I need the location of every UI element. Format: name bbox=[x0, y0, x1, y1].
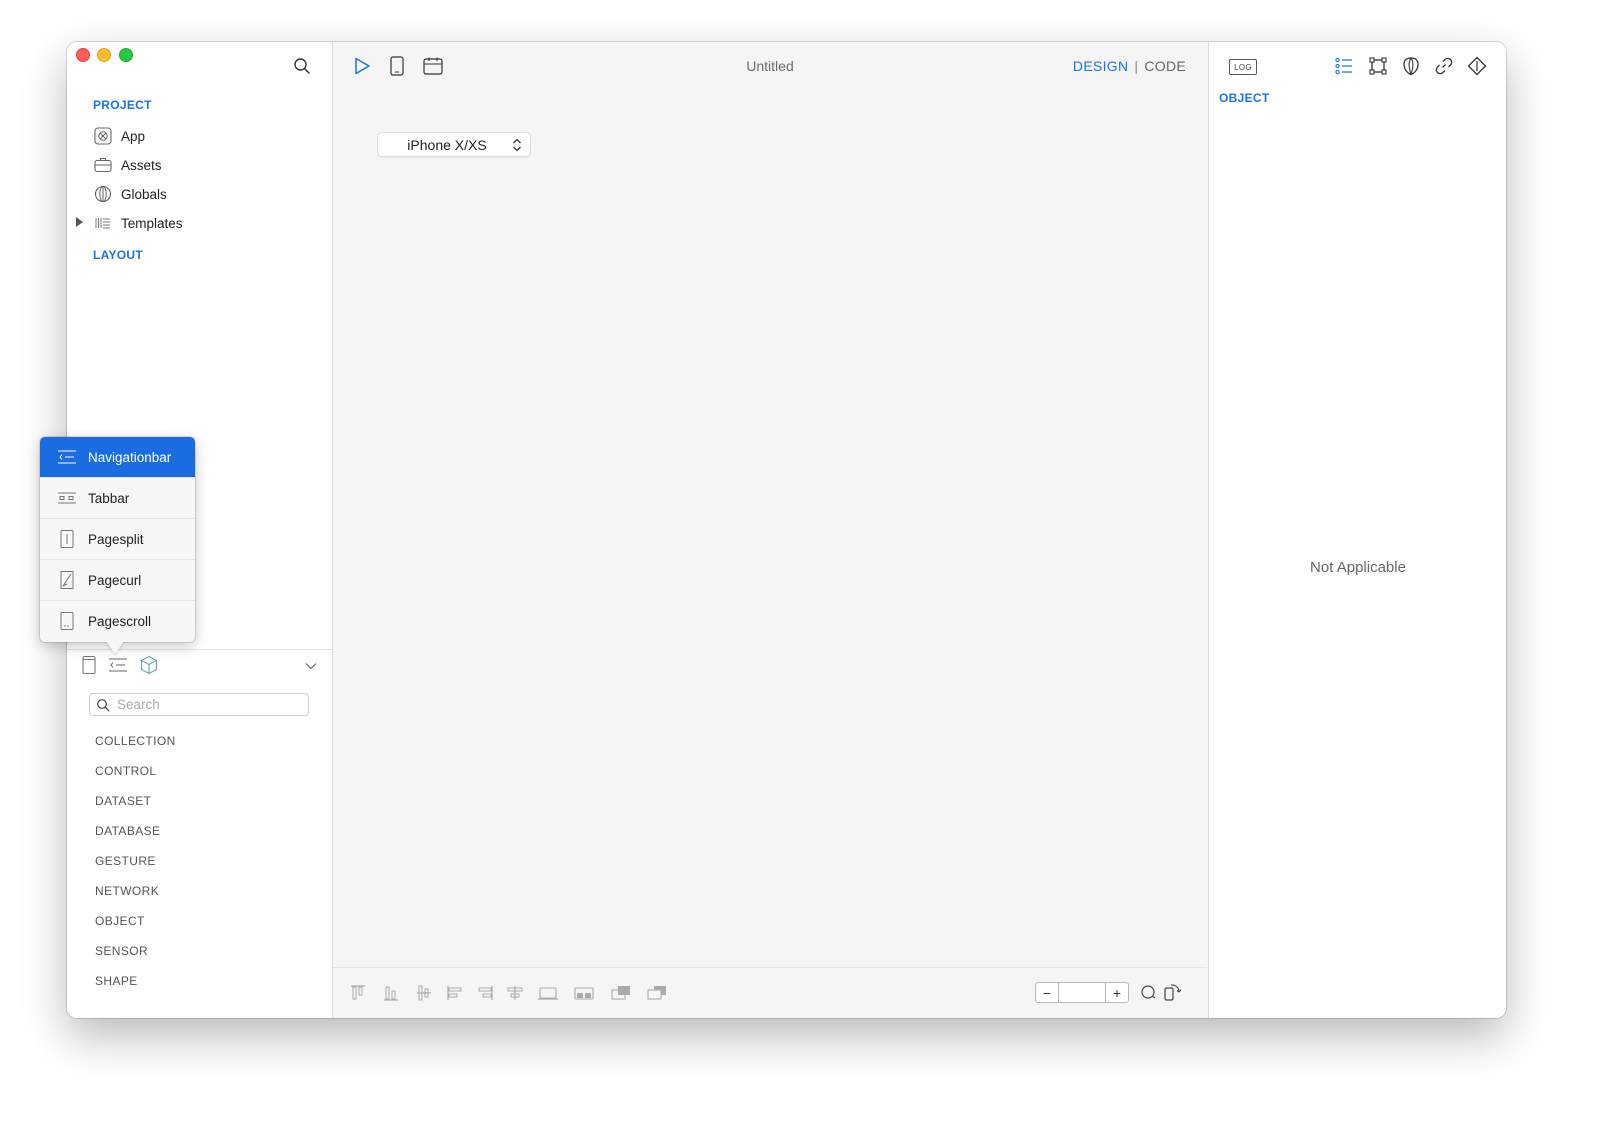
library-search-field[interactable] bbox=[89, 693, 309, 716]
project-item-templates[interactable]: Templates bbox=[93, 212, 183, 234]
menu-item-pagescroll[interactable]: Pagescroll bbox=[40, 601, 195, 641]
mode-separator: | bbox=[1134, 58, 1139, 74]
page-icon bbox=[80, 655, 98, 680]
design-mode-button[interactable]: DESIGN bbox=[1073, 58, 1128, 74]
align-horizontal-center-icon[interactable] bbox=[504, 982, 526, 1004]
distribute-icon[interactable] bbox=[537, 982, 559, 1004]
menu-item-label: Pagescroll bbox=[88, 613, 152, 629]
menu-item-label: Pagecurl bbox=[88, 572, 142, 588]
tabbar-icon bbox=[57, 488, 77, 508]
library-tab-page[interactable] bbox=[78, 655, 100, 680]
project-item-label: Globals bbox=[121, 186, 167, 202]
inspector-title: OBJECT bbox=[1219, 91, 1270, 105]
project-item-app[interactable]: App bbox=[93, 125, 145, 147]
device-selector-value: iPhone X/XS bbox=[407, 136, 487, 153]
project-item-label: Templates bbox=[121, 215, 183, 231]
bring-forward-icon[interactable] bbox=[610, 982, 632, 1004]
pagesplit-icon bbox=[57, 529, 77, 549]
cube-icon bbox=[139, 655, 159, 680]
popover-arrow bbox=[106, 641, 124, 654]
navigationbar-icon bbox=[108, 657, 128, 678]
category-database[interactable]: DATABASE bbox=[95, 824, 160, 838]
zoom-in-button[interactable]: + bbox=[1105, 983, 1128, 1002]
library-tab-layout[interactable] bbox=[107, 656, 129, 678]
layout-popover-menu: Navigationbar Tabbar Pagesplit Pagecurl … bbox=[40, 437, 195, 642]
align-right-icon[interactable] bbox=[474, 982, 496, 1004]
menu-item-tabbar[interactable]: Tabbar bbox=[40, 478, 195, 518]
navigationbar-icon bbox=[57, 447, 77, 467]
chevron-down-icon[interactable] bbox=[304, 659, 318, 673]
menu-item-label: Tabbar bbox=[88, 490, 130, 506]
menu-item-label: Navigationbar bbox=[88, 449, 172, 465]
category-object[interactable]: OBJECT bbox=[95, 914, 145, 928]
pagescroll-icon bbox=[57, 611, 77, 631]
send-backward-icon[interactable] bbox=[646, 982, 668, 1004]
align-left-icon[interactable] bbox=[444, 982, 466, 1004]
menu-item-label: Pagesplit bbox=[88, 531, 144, 547]
list-icon[interactable] bbox=[1333, 55, 1355, 77]
pagecurl-icon bbox=[57, 570, 77, 590]
frame-icon[interactable] bbox=[1367, 55, 1389, 77]
project-item-label: App bbox=[121, 128, 146, 144]
zoom-control: − + bbox=[1035, 982, 1129, 1003]
zoom-value[interactable] bbox=[1059, 983, 1105, 1002]
design-code-toggle: DESIGN | CODE bbox=[1073, 58, 1186, 74]
search-icon[interactable] bbox=[292, 56, 312, 76]
link-icon[interactable] bbox=[1433, 55, 1455, 77]
category-dataset[interactable]: DATASET bbox=[95, 794, 151, 808]
menu-item-pagecurl[interactable]: Pagecurl bbox=[40, 560, 195, 600]
app-icon bbox=[93, 126, 113, 146]
align-top-icon[interactable] bbox=[347, 982, 369, 1004]
close-window-button[interactable] bbox=[76, 48, 90, 62]
inspector-panel: LOG OBJECT Not Applicable bbox=[1208, 42, 1506, 1018]
search-icon bbox=[97, 698, 110, 711]
project-item-assets[interactable]: Assets bbox=[93, 154, 162, 176]
comment-icon[interactable] bbox=[1137, 981, 1159, 1003]
log-button[interactable]: LOG bbox=[1229, 59, 1257, 75]
menu-item-pagesplit[interactable]: Pagesplit bbox=[40, 519, 195, 559]
alignment-toolbar: − + bbox=[333, 967, 1207, 1018]
project-item-label: Assets bbox=[121, 157, 162, 173]
align-vertical-center-icon[interactable] bbox=[413, 982, 435, 1004]
globe-icon bbox=[93, 184, 113, 204]
category-collection[interactable]: COLLECTION bbox=[95, 734, 176, 748]
category-shape[interactable]: SHAPE bbox=[95, 974, 138, 988]
minimize-window-button[interactable] bbox=[97, 48, 111, 62]
category-control[interactable]: CONTROL bbox=[95, 764, 156, 778]
category-sensor[interactable]: SENSOR bbox=[95, 944, 148, 958]
code-diamond-icon[interactable] bbox=[1466, 55, 1488, 77]
library-tab-components[interactable] bbox=[138, 655, 160, 680]
inspector-empty-state: Not Applicable bbox=[1310, 559, 1406, 576]
project-item-globals[interactable]: Globals bbox=[93, 183, 167, 205]
zoom-out-button[interactable]: − bbox=[1036, 983, 1059, 1002]
category-network[interactable]: NETWORK bbox=[95, 884, 159, 898]
library-search-input[interactable] bbox=[115, 696, 299, 713]
device-selector[interactable]: iPhone X/XS bbox=[377, 132, 531, 157]
project-section-title: PROJECT bbox=[93, 98, 152, 112]
rotate-device-icon[interactable] bbox=[1162, 981, 1184, 1003]
app-window: PROJECT App Assets Globals Templates LAY… bbox=[67, 42, 1506, 1018]
shield-icon[interactable] bbox=[1400, 55, 1422, 77]
group-icon[interactable] bbox=[573, 982, 595, 1004]
templates-icon bbox=[93, 213, 113, 233]
design-canvas: Untitled DESIGN | CODE iPhone X/XS − + bbox=[333, 42, 1207, 1018]
zoom-window-button[interactable] bbox=[119, 48, 133, 62]
category-gesture[interactable]: GESTURE bbox=[95, 854, 156, 868]
disclosure-triangle-icon[interactable] bbox=[76, 217, 83, 227]
up-down-chevron-icon bbox=[508, 136, 526, 154]
menu-item-navigationbar[interactable]: Navigationbar bbox=[40, 437, 195, 477]
briefcase-icon bbox=[93, 155, 113, 175]
layout-section-title: LAYOUT bbox=[93, 248, 144, 262]
code-mode-button[interactable]: CODE bbox=[1144, 58, 1186, 74]
align-bottom-icon[interactable] bbox=[380, 982, 402, 1004]
